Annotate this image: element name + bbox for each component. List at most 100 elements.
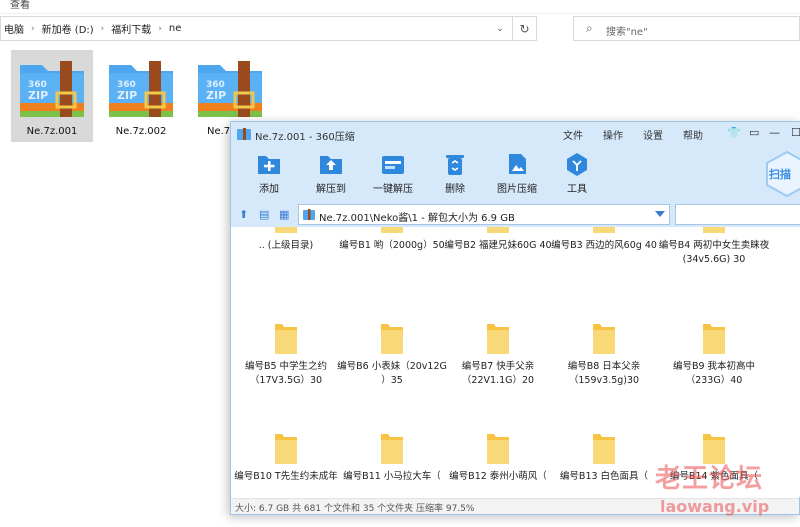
list-item-folder-b13[interactable]: 编号B13 白色面具（ bbox=[549, 432, 659, 484]
tools-button[interactable]: 工具 bbox=[545, 152, 609, 196]
list-item-folder-b3[interactable]: 编号B3 西边的风60g 40 bbox=[549, 227, 659, 253]
list-item-folder-b2[interactable]: 编号B2 福建兄妹60G 40 bbox=[443, 227, 553, 253]
search-placeholder: 搜索"ne" bbox=[606, 27, 648, 38]
add-icon bbox=[258, 156, 280, 174]
one-click-extract-button[interactable]: 一键解压 bbox=[361, 152, 425, 196]
scan-button[interactable]: 扫描 bbox=[765, 150, 800, 198]
path-bar: ⬆ ▤ ▦ Ne.7z.001\Neko酱\1 - 解包大小为 6.9 GB bbox=[231, 202, 800, 227]
watermark-url: laowang.vip bbox=[660, 497, 770, 516]
one-click-extract-label: 一键解压 bbox=[373, 184, 413, 195]
archive-window: Ne.7z.001 - 360压缩 文件 操作 设置 帮助 👕 ▭ — ☐ 添加… bbox=[230, 121, 800, 515]
folder-name: 编号B5 中学生之约（17V3.5G）30 bbox=[244, 361, 328, 386]
search-icon: ⌕ bbox=[586, 21, 593, 35]
chevron-right-icon[interactable]: › bbox=[27, 24, 39, 34]
shirt-skin-icon[interactable]: 👕 bbox=[727, 126, 741, 139]
image-compress-label: 图片压缩 bbox=[497, 184, 537, 195]
archive-search-input[interactable] bbox=[675, 204, 800, 225]
zip-archive-icon: 360 ZIP bbox=[198, 61, 262, 117]
folder-name: 编号B13 白色面具（ bbox=[559, 471, 649, 482]
folder-icon bbox=[275, 434, 297, 464]
dropdown-arrow-icon[interactable] bbox=[655, 211, 665, 217]
file-item-ne-7z-002[interactable]: 360 ZIP Ne.7z.002 bbox=[100, 50, 182, 142]
list-item-folder-b11[interactable]: 编号B11 小马拉大车（ bbox=[337, 432, 447, 484]
up-arrow-icon[interactable]: ⬆ bbox=[239, 208, 248, 221]
folder-icon bbox=[487, 434, 509, 464]
folder-icon bbox=[593, 324, 615, 354]
grid-view-icon[interactable]: ▦ bbox=[279, 208, 289, 221]
menu-help[interactable]: 帮助 bbox=[683, 127, 703, 142]
extract-folder-icon bbox=[320, 156, 342, 174]
minimize-icon[interactable]: — bbox=[769, 126, 780, 139]
folder-name: 编号B1 哟（2000g）50 bbox=[339, 240, 445, 251]
svg-text:ZIP: ZIP bbox=[28, 89, 48, 102]
address-bar[interactable]: 电脑 › 新加卷 (D:) › 福利下载 › ne ⌄ ↻ bbox=[0, 16, 537, 41]
folder-icon bbox=[593, 227, 615, 233]
breadcrumb-folder-ne[interactable]: ne bbox=[166, 23, 185, 34]
recycle-bin-icon bbox=[446, 155, 464, 175]
folder-icon bbox=[703, 324, 725, 354]
list-item-folder-b1[interactable]: 编号B1 哟（2000g）50 bbox=[337, 227, 447, 253]
tools-label: 工具 bbox=[567, 184, 587, 195]
svg-text:ZIP: ZIP bbox=[117, 89, 137, 102]
chevron-right-icon[interactable]: › bbox=[97, 24, 109, 34]
chevron-right-icon[interactable]: › bbox=[154, 24, 166, 34]
folder-name: 编号B4 两初中女生卖睐夜(34v5.6G) 30 bbox=[658, 240, 770, 265]
delete-button[interactable]: 删除 bbox=[423, 152, 487, 196]
folder-name: 编号B12 泰州小萌风（ bbox=[449, 471, 547, 482]
archive-file-list: .. (上级目录) 编号B1 哟（2000g）50 编号B2 福建兄妹60G 4… bbox=[231, 227, 800, 497]
delete-label: 删除 bbox=[445, 184, 465, 195]
refresh-icon[interactable]: ↻ bbox=[512, 17, 536, 40]
file-item-ne-7z-001[interactable]: 360 ZIP Ne.7z.001 bbox=[11, 50, 93, 142]
message-icon[interactable]: ▭ bbox=[749, 126, 759, 139]
archive-path: Ne.7z.001\Neko酱\1 - 解包大小为 6.9 GB bbox=[319, 213, 515, 224]
list-item-folder-b12[interactable]: 编号B12 泰州小萌风（ bbox=[443, 432, 553, 484]
folder-icon bbox=[275, 227, 297, 233]
list-item-parent-dir[interactable]: .. (上级目录) bbox=[231, 227, 341, 253]
archive-header: Ne.7z.001 - 360压缩 文件 操作 设置 帮助 👕 ▭ — ☐ 添加… bbox=[231, 122, 800, 227]
list-view-icon[interactable]: ▤ bbox=[259, 208, 269, 221]
image-compress-button[interactable]: 图片压缩 bbox=[485, 152, 549, 196]
folder-name: 编号B8 日本父亲（159v3.5g)30 bbox=[567, 361, 641, 386]
folder-name: 编号B10 T先生约未成年 bbox=[234, 471, 338, 482]
extract-to-label: 解压到 bbox=[316, 184, 346, 195]
one-click-extract-icon bbox=[382, 156, 404, 174]
extract-to-button[interactable]: 解压到 bbox=[299, 152, 363, 196]
breadcrumb-drive-d[interactable]: 新加卷 (D:) bbox=[39, 21, 97, 36]
archive-path-field[interactable]: Ne.7z.001\Neko酱\1 - 解包大小为 6.9 GB bbox=[298, 204, 670, 225]
image-compress-icon bbox=[509, 154, 526, 174]
list-item-folder-b8[interactable]: 编号B8 日本父亲（159v3.5g)30 bbox=[549, 322, 659, 388]
chevron-down-icon[interactable]: ⌄ bbox=[490, 17, 510, 40]
menu-operation[interactable]: 操作 bbox=[603, 127, 623, 142]
maximize-icon[interactable]: ☐ bbox=[791, 126, 800, 139]
archive-small-icon bbox=[303, 209, 315, 220]
zip-archive-icon: 360 ZIP bbox=[109, 61, 173, 117]
list-item-folder-b9[interactable]: 编号B9 我本初高中（233G）40 bbox=[655, 322, 773, 388]
folder-name: 编号B3 西边的风60g 40 bbox=[551, 240, 657, 251]
window-title: Ne.7z.001 - 360压缩 bbox=[255, 132, 355, 143]
svg-text:ZIP: ZIP bbox=[206, 89, 226, 102]
folder-name: 编号B9 我本初高中（233G）40 bbox=[672, 361, 756, 386]
search-input[interactable]: ⌕ 搜索"ne" bbox=[573, 16, 800, 41]
folder-icon bbox=[487, 227, 509, 233]
folder-icon bbox=[381, 434, 403, 464]
breadcrumb-computer[interactable]: 电脑 bbox=[1, 21, 27, 36]
scan-label: 扫描 bbox=[769, 168, 791, 181]
list-item-folder-b10[interactable]: 编号B10 T先生约未成年 bbox=[231, 432, 341, 484]
add-button[interactable]: 添加 bbox=[237, 152, 301, 196]
folder-icon bbox=[381, 324, 403, 354]
zip-archive-icon: 360 ZIP bbox=[20, 61, 84, 117]
file-name: Ne.7z.002 bbox=[115, 126, 167, 137]
breadcrumb-folder-fuli[interactable]: 福利下载 bbox=[108, 21, 154, 36]
archive-app-icon bbox=[237, 128, 251, 140]
list-item-folder-b7[interactable]: 编号B7 快手父亲（22V1.1G）20 bbox=[443, 322, 553, 388]
folder-icon bbox=[381, 227, 403, 233]
list-item-folder-b4[interactable]: 编号B4 两初中女生卖睐夜(34v5.6G) 30 bbox=[655, 227, 773, 267]
folder-icon bbox=[593, 434, 615, 464]
folder-icon bbox=[703, 227, 725, 233]
menu-file[interactable]: 文件 bbox=[563, 127, 583, 142]
menu-settings[interactable]: 设置 bbox=[643, 127, 663, 142]
list-item-folder-b6[interactable]: 编号B6 小表妹（20v12G ）35 bbox=[337, 322, 447, 388]
view-menu[interactable]: 查看 bbox=[10, 0, 30, 12]
list-item-folder-b5[interactable]: 编号B5 中学生之约（17V3.5G）30 bbox=[231, 322, 341, 388]
breadcrumb: 电脑 › 新加卷 (D:) › 福利下载 › ne bbox=[1, 17, 184, 40]
